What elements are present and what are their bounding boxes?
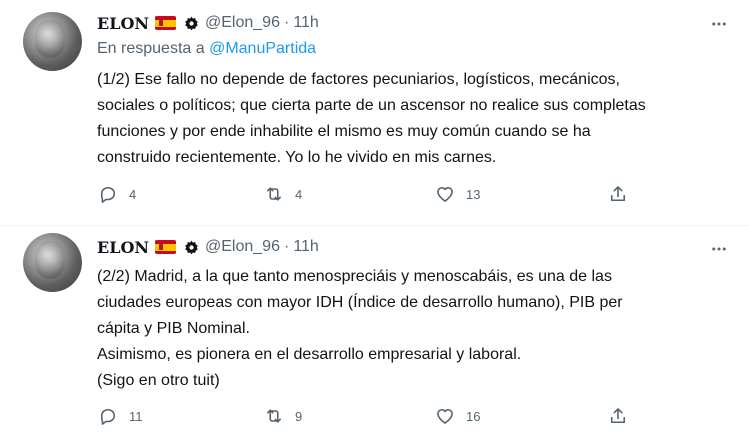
user-handle[interactable]: @Elon_96 xyxy=(205,238,280,256)
reply-count: 11 xyxy=(129,408,143,424)
timestamp[interactable]: 11h xyxy=(293,238,319,256)
like-icon xyxy=(428,401,462,431)
display-name[interactable]: ELON xyxy=(97,238,149,257)
gear-badge-icon xyxy=(184,240,199,255)
reply-button[interactable]: 4 xyxy=(91,179,136,209)
tweet-text: (2/2) Madrid, a la que tanto menospreciá… xyxy=(97,268,623,389)
reply-button[interactable]: 11 xyxy=(91,401,143,431)
share-icon xyxy=(601,179,635,209)
tweet-header: ELON @Elon_96 · 11h xyxy=(97,235,319,259)
timestamp[interactable]: 11h xyxy=(293,14,319,32)
tweet-actions: 11 9 16 xyxy=(88,401,648,431)
spain-flag-icon xyxy=(155,16,177,30)
reply-prefix: En respuesta a xyxy=(97,40,205,57)
share-button[interactable] xyxy=(601,401,635,431)
separator: · xyxy=(283,238,290,255)
reply-context: En respuesta a @ManuPartida xyxy=(97,40,316,58)
more-icon[interactable] xyxy=(709,14,729,34)
avatar[interactable] xyxy=(23,233,82,292)
retweet-icon xyxy=(257,401,291,431)
display-name[interactable]: ELON xyxy=(97,14,149,33)
reply-count: 4 xyxy=(129,186,137,202)
avatar[interactable] xyxy=(23,12,82,71)
reply-to-link[interactable]: @ManuPartida xyxy=(209,40,316,57)
like-count: 16 xyxy=(466,408,481,424)
reply-icon xyxy=(91,401,125,431)
like-button[interactable]: 16 xyxy=(428,401,480,431)
separator: · xyxy=(283,14,290,31)
retweet-button[interactable]: 9 xyxy=(257,401,302,431)
tweet-actions: 4 4 13 xyxy=(88,179,648,209)
retweet-count: 4 xyxy=(295,186,303,202)
tweet-text: (1/2) Ese fallo no depende de factores p… xyxy=(97,71,646,166)
tweet[interactable]: ELON @Elon_96 · 11h (2/2) Madrid, a la q… xyxy=(0,226,749,441)
like-icon xyxy=(428,179,462,209)
retweet-icon xyxy=(257,179,291,209)
share-icon xyxy=(601,401,635,431)
share-button[interactable] xyxy=(601,179,635,209)
user-handle[interactable]: @Elon_96 xyxy=(205,14,280,32)
retweet-button[interactable]: 4 xyxy=(257,179,302,209)
reply-icon xyxy=(91,179,125,209)
retweet-count: 9 xyxy=(295,408,303,424)
gear-badge-icon xyxy=(184,16,199,31)
more-icon[interactable] xyxy=(709,239,729,259)
spain-flag-icon xyxy=(155,240,177,254)
like-button[interactable]: 13 xyxy=(428,179,480,209)
tweet-header: ELON @Elon_96 · 11h xyxy=(97,11,319,35)
tweet[interactable]: ELON @Elon_96 · 11h En respuesta a @Manu… xyxy=(0,0,749,226)
like-count: 13 xyxy=(466,186,481,202)
